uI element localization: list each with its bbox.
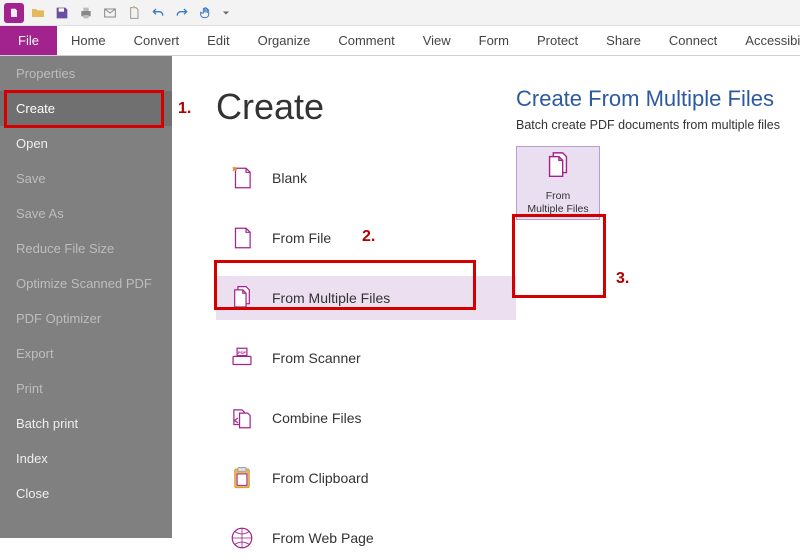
tab-organize[interactable]: Organize	[244, 26, 325, 55]
quick-access-toolbar	[0, 0, 800, 26]
sidebar-item-save-as[interactable]: Save As	[0, 196, 172, 231]
create-option-from-scanner[interactable]: PDF From Scanner	[216, 336, 516, 380]
create-option-label: From Clipboard	[272, 470, 368, 486]
sidebar-item-print[interactable]: Print	[0, 371, 172, 406]
create-option-from-file[interactable]: From File	[216, 216, 516, 260]
sidebar-item-pdf-optimizer[interactable]: PDF Optimizer	[0, 301, 172, 336]
sidebar-item-open[interactable]: Open	[0, 126, 172, 161]
redo-icon[interactable]	[172, 3, 192, 23]
create-option-label: From Web Page	[272, 530, 374, 546]
blank-page-icon	[228, 164, 256, 192]
sidebar-item-create[interactable]: Create	[0, 91, 172, 126]
tab-home[interactable]: Home	[57, 26, 120, 55]
tile-label: FromMultiple Files	[527, 190, 588, 214]
combine-files-icon	[228, 404, 256, 432]
tab-form[interactable]: Form	[465, 26, 523, 55]
create-option-from-web-page[interactable]: From Web Page	[216, 516, 516, 560]
create-option-label: From Multiple Files	[272, 290, 390, 306]
tab-share[interactable]: Share	[592, 26, 655, 55]
sidebar-item-properties[interactable]: Properties	[0, 56, 172, 91]
tab-connect[interactable]: Connect	[655, 26, 731, 55]
file-icon	[228, 224, 256, 252]
create-option-from-multiple-files[interactable]: From Multiple Files	[216, 276, 516, 320]
backstage-content: Create Blank From File From Multiple Fil…	[172, 56, 800, 538]
sidebar-item-index[interactable]: Index	[0, 441, 172, 476]
sidebar-item-save[interactable]: Save	[0, 161, 172, 196]
app-logo	[4, 3, 24, 23]
tab-file[interactable]: File	[0, 26, 57, 55]
create-option-label: Combine Files	[272, 410, 361, 426]
web-page-icon	[228, 524, 256, 552]
create-option-from-clipboard[interactable]: From Clipboard	[216, 456, 516, 500]
tab-convert[interactable]: Convert	[120, 26, 194, 55]
create-option-combine-files[interactable]: Combine Files	[216, 396, 516, 440]
svg-text:PDF: PDF	[238, 350, 247, 355]
clipboard-icon	[228, 464, 256, 492]
tab-comment[interactable]: Comment	[324, 26, 408, 55]
sidebar-item-batch-print[interactable]: Batch print	[0, 406, 172, 441]
print-icon[interactable]	[76, 3, 96, 23]
email-icon[interactable]	[100, 3, 120, 23]
right-panel-title: Create From Multiple Files	[516, 86, 800, 112]
page-title: Create	[216, 86, 516, 128]
new-doc-icon[interactable]	[124, 3, 144, 23]
sidebar-item-optimize-scan[interactable]: Optimize Scanned PDF	[0, 266, 172, 301]
tab-protect[interactable]: Protect	[523, 26, 592, 55]
create-option-label: From Scanner	[272, 350, 361, 366]
save-icon[interactable]	[52, 3, 72, 23]
create-option-label: Blank	[272, 170, 307, 186]
tab-edit[interactable]: Edit	[193, 26, 243, 55]
tile-from-multiple-files[interactable]: FromMultiple Files	[516, 146, 600, 220]
open-icon[interactable]	[28, 3, 48, 23]
tab-view[interactable]: View	[409, 26, 465, 55]
sidebar-item-close[interactable]: Close	[0, 476, 172, 511]
hand-tool-icon[interactable]	[196, 3, 216, 23]
file-menu-sidebar: Properties Create Open Save Save As Redu…	[0, 56, 172, 538]
create-option-blank[interactable]: Blank	[216, 156, 516, 200]
undo-icon[interactable]	[148, 3, 168, 23]
create-option-label: From File	[272, 230, 331, 246]
tab-accessibility[interactable]: Accessibility	[731, 26, 800, 55]
scanner-icon: PDF	[228, 344, 256, 372]
sidebar-item-export[interactable]: Export	[0, 336, 172, 371]
multiple-files-icon	[543, 151, 573, 186]
ribbon-tabs: File Home Convert Edit Organize Comment …	[0, 26, 800, 56]
multiple-files-icon	[228, 284, 256, 312]
sidebar-item-reduce[interactable]: Reduce File Size	[0, 231, 172, 266]
qat-more-icon[interactable]	[220, 3, 232, 23]
right-panel-desc: Batch create PDF documents from multiple…	[516, 118, 800, 132]
